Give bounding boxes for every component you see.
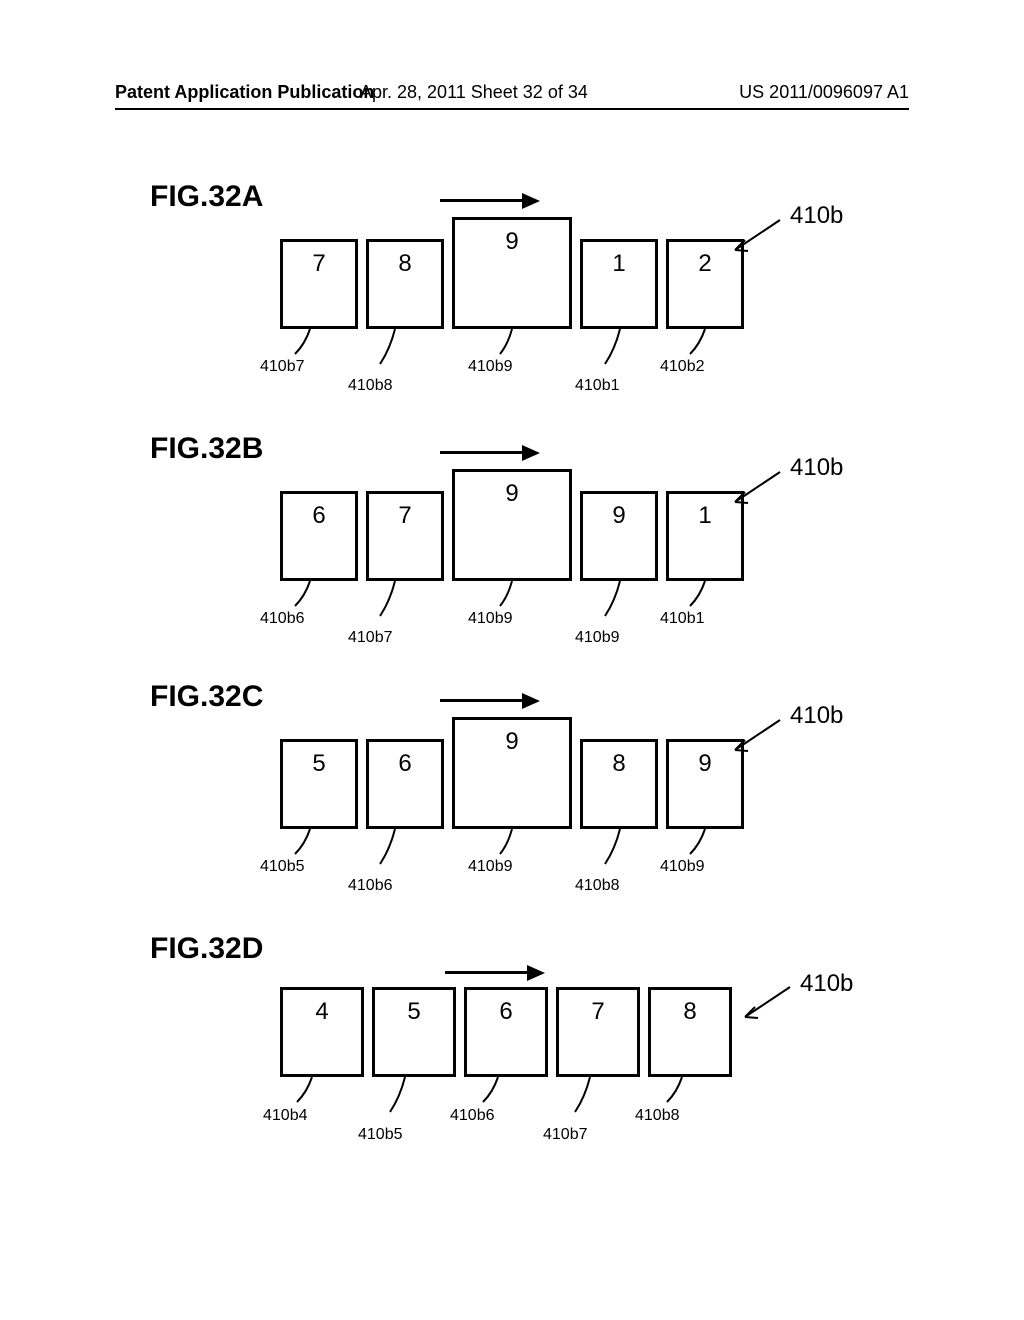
figure-title-b: FIG.32B [150, 432, 263, 466]
side-label-b: 410b [790, 454, 843, 482]
box-b-2: 7 [366, 491, 444, 581]
header-center: Apr. 28, 2011 Sheet 32 of 34 [360, 82, 588, 103]
box-d-4: 7 [556, 987, 640, 1077]
label-d-2: 410b5 [358, 1126, 403, 1144]
label-b-3: 410b9 [468, 610, 513, 628]
label-c-3: 410b9 [468, 858, 513, 876]
box-row-b: 6 7 9 9 1 [280, 469, 744, 581]
box-b-3: 9 [452, 469, 572, 581]
label-c-5: 410b9 [660, 858, 705, 876]
label-b-4: 410b9 [575, 629, 620, 647]
label-a-3: 410b9 [468, 358, 513, 376]
label-c-2: 410b6 [348, 877, 393, 895]
box-row-a: 7 8 9 1 2 [280, 217, 744, 329]
side-label-c: 410b [790, 702, 843, 730]
label-d-5: 410b8 [635, 1107, 680, 1125]
box-d-2: 5 [372, 987, 456, 1077]
direction-arrow-d [445, 962, 545, 982]
page-header: Patent Application Publication Apr. 28, … [0, 82, 1024, 109]
label-d-1: 410b4 [263, 1107, 308, 1125]
label-d-3: 410b6 [450, 1107, 495, 1125]
box-d-3: 6 [464, 987, 548, 1077]
header-rule [115, 108, 909, 110]
box-row-c: 5 6 9 8 9 [280, 717, 744, 829]
box-c-1: 5 [280, 739, 358, 829]
side-label-d: 410b [800, 970, 853, 998]
direction-arrow-b [440, 442, 540, 462]
box-c-2: 6 [366, 739, 444, 829]
label-a-4: 410b1 [575, 377, 620, 395]
label-a-5: 410b2 [660, 358, 705, 376]
label-b-1: 410b6 [260, 610, 305, 628]
figure-title-a: FIG.32A [150, 180, 263, 214]
leader-lines-d [280, 1077, 760, 1137]
box-b-1: 6 [280, 491, 358, 581]
box-row-d: 4 5 6 7 8 [280, 987, 732, 1077]
box-c-4: 8 [580, 739, 658, 829]
box-d-1: 4 [280, 987, 364, 1077]
direction-arrow-a [440, 190, 540, 210]
label-c-1: 410b5 [260, 858, 305, 876]
box-a-2: 8 [366, 239, 444, 329]
header-right: US 2011/0096097 A1 [739, 82, 909, 103]
figure-title-d: FIG.32D [150, 932, 263, 966]
direction-arrow-c [440, 690, 540, 710]
side-label-a: 410b [790, 202, 843, 230]
label-a-1: 410b7 [260, 358, 305, 376]
label-b-5: 410b1 [660, 610, 705, 628]
label-a-2: 410b8 [348, 377, 393, 395]
label-c-4: 410b8 [575, 877, 620, 895]
label-d-4: 410b7 [543, 1126, 588, 1144]
figure-title-c: FIG.32C [150, 680, 263, 714]
box-a-3: 9 [452, 217, 572, 329]
box-d-5: 8 [648, 987, 732, 1077]
box-b-4: 9 [580, 491, 658, 581]
box-a-1: 7 [280, 239, 358, 329]
box-c-3: 9 [452, 717, 572, 829]
header-left: Patent Application Publication [115, 82, 374, 102]
box-a-4: 1 [580, 239, 658, 329]
label-b-2: 410b7 [348, 629, 393, 647]
